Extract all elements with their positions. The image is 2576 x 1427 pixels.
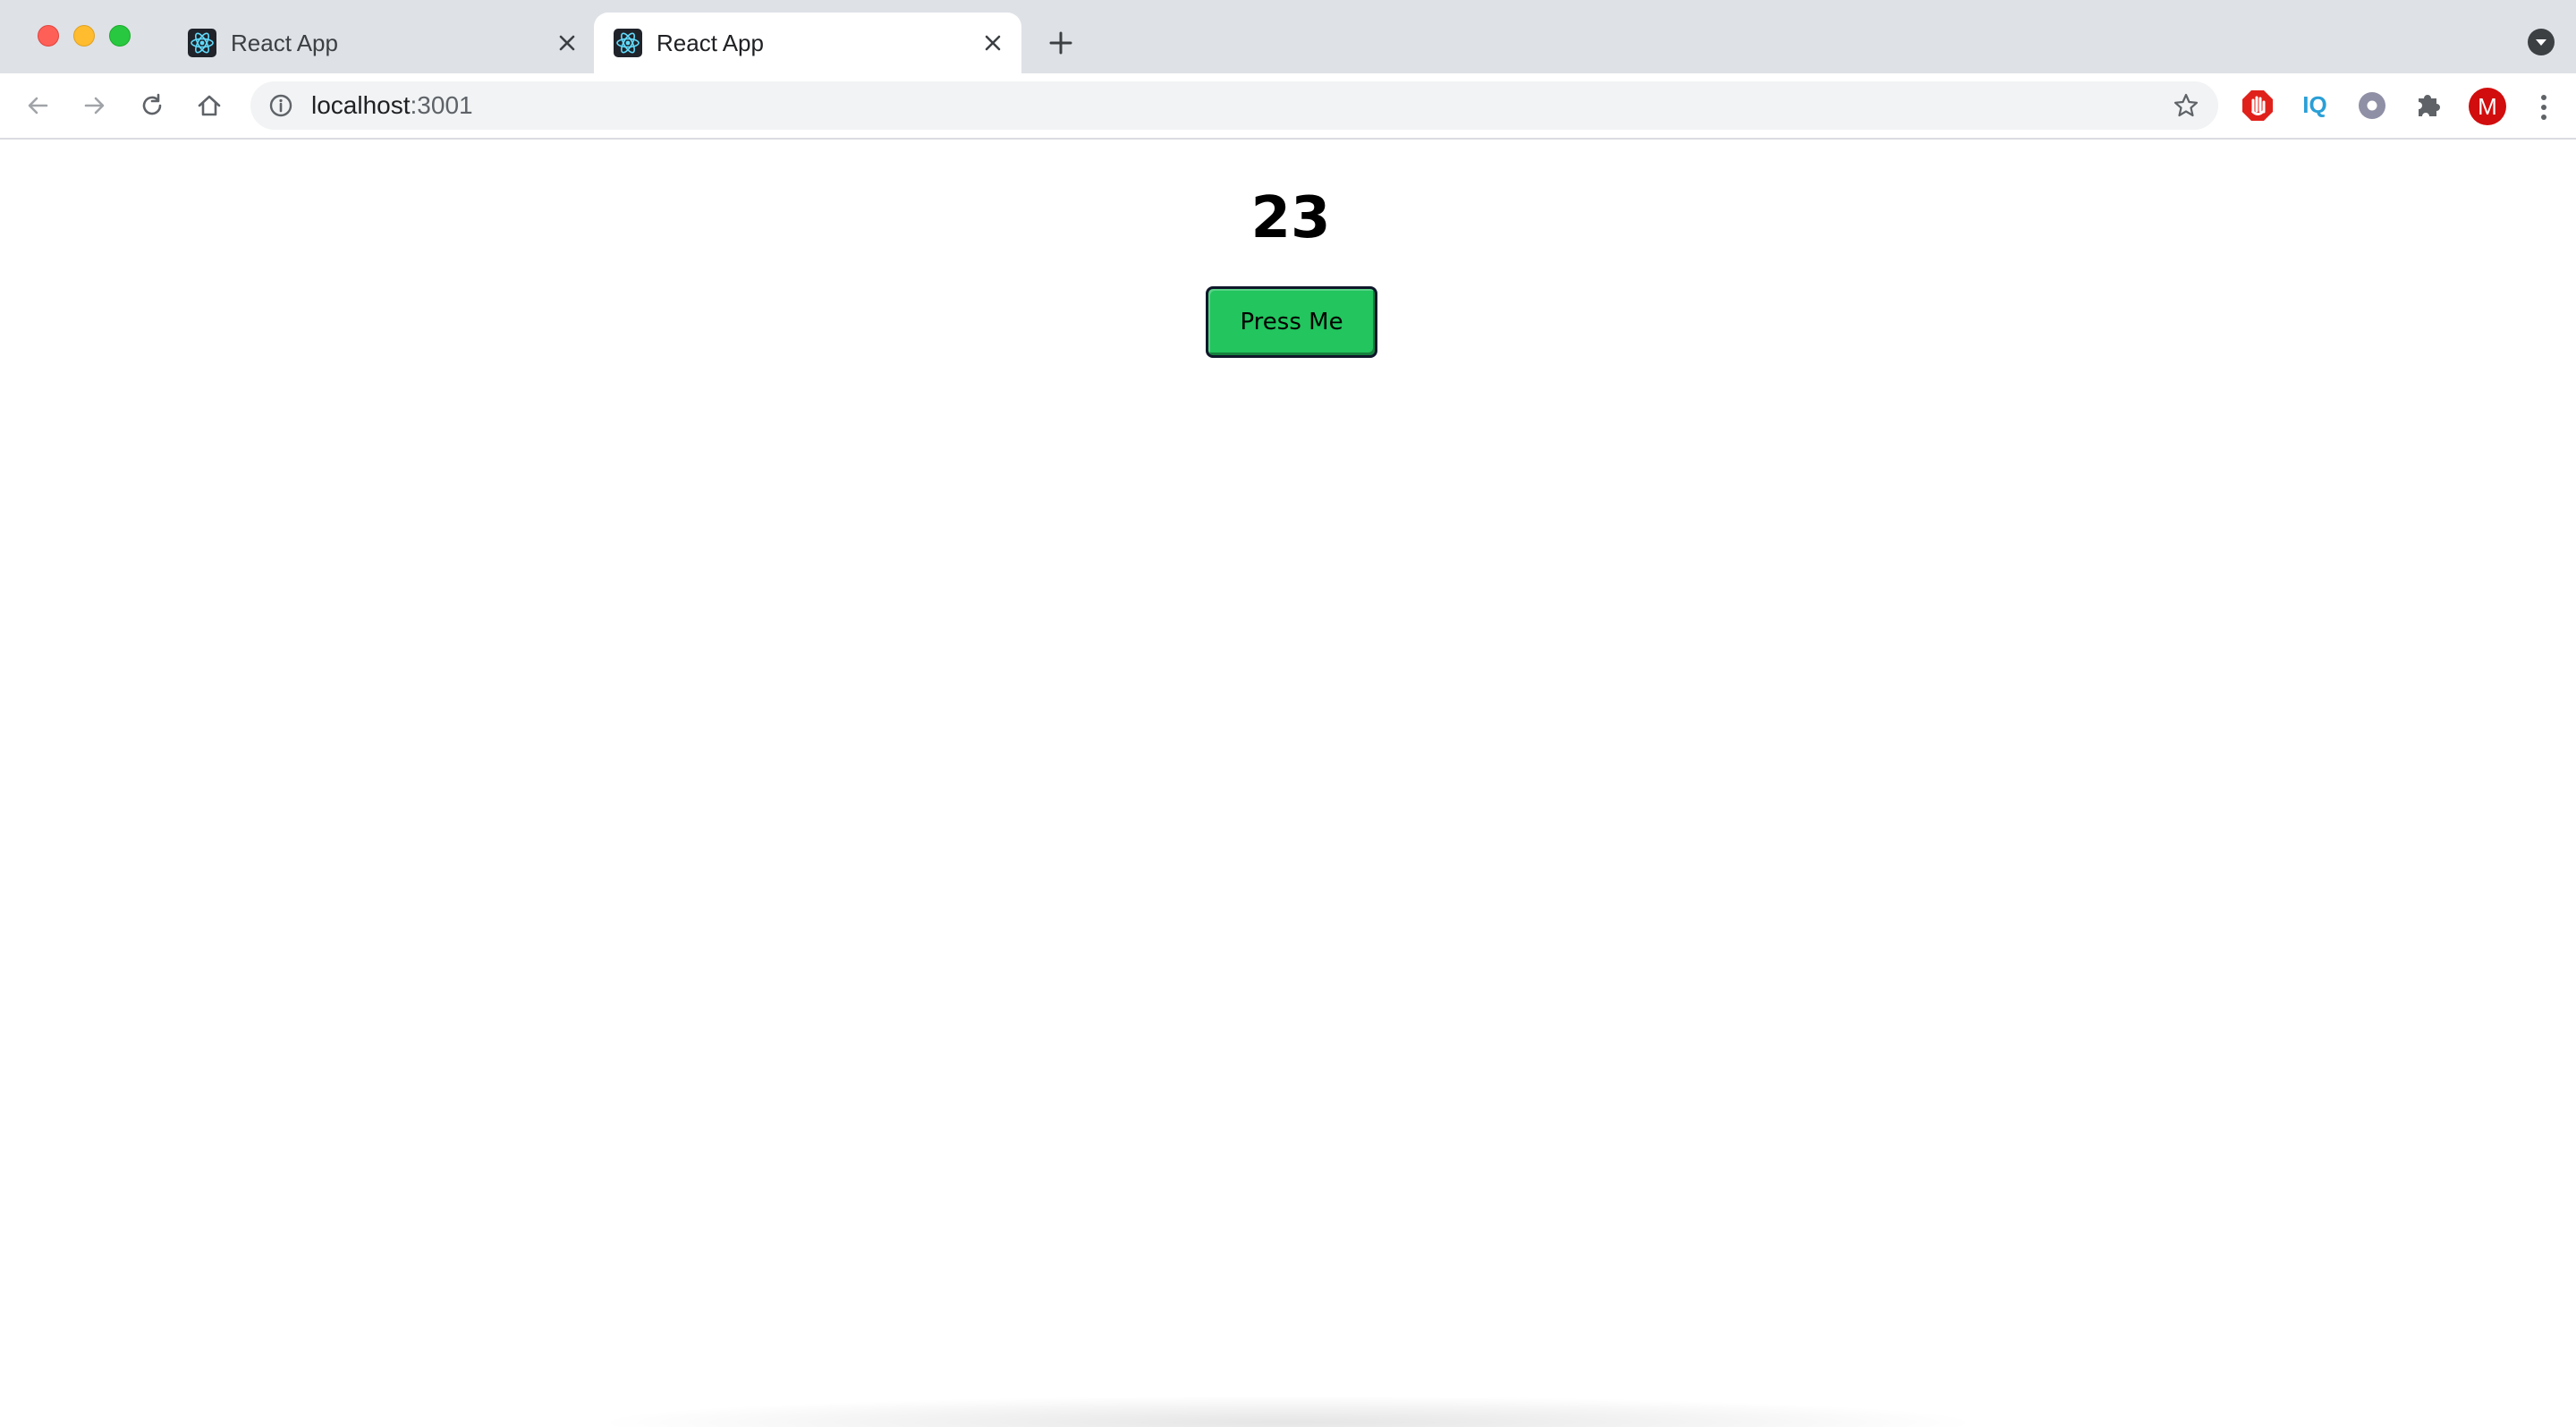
window-minimize-button[interactable] [73,25,95,47]
info-icon[interactable] [268,93,293,118]
home-icon[interactable] [190,86,229,125]
star-icon[interactable] [2172,91,2200,120]
tab-title: React App [657,30,764,56]
page-viewport: 23 Press Me [0,140,2576,1427]
tab-react-app-1[interactable]: React App [168,13,596,73]
profile-avatar[interactable]: M [2469,88,2506,125]
back-icon[interactable] [18,86,57,125]
forward-icon[interactable] [75,86,114,125]
browser-toolbar: localhost:3001 IQ [0,73,2576,140]
circle-dot-icon[interactable] [2354,88,2390,123]
counter-value: 23 [1250,185,1331,251]
browser-window: React App React App localhost:3001 IQ M … [0,0,2576,1427]
window-close-button[interactable] [38,25,59,47]
tab-search-icon[interactable] [2528,29,2555,55]
reload-icon[interactable] [132,86,172,125]
stop-hand-icon[interactable] [2240,88,2275,123]
url-port: :3001 [410,91,473,119]
puzzle-icon[interactable] [2411,88,2447,123]
svg-text:IQ: IQ [2302,91,2326,118]
close-icon[interactable] [553,29,581,57]
tab-react-app-2[interactable]: React App [594,13,1021,73]
tab-title: React App [231,30,338,56]
iq-icon[interactable]: IQ [2297,88,2333,123]
react-logo-icon [188,29,216,57]
window-maximize-button[interactable] [109,25,131,47]
new-tab-plus-icon[interactable] [1045,27,1077,59]
url-text: localhost:3001 [311,92,473,119]
close-icon[interactable] [979,29,1007,57]
react-logo-icon [614,29,642,57]
tab-strip: React App React App [0,0,2576,73]
press-me-button[interactable]: Press Me [1206,286,1377,358]
url-host: localhost [311,91,411,119]
more-vert-icon[interactable] [2528,89,2560,125]
address-bar[interactable]: localhost:3001 [250,81,2218,130]
